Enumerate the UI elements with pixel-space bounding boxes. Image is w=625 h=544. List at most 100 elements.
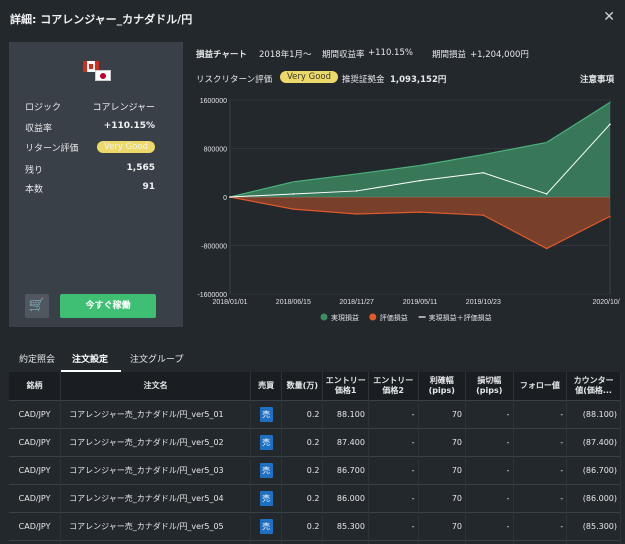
data-point xyxy=(482,153,485,156)
table-row[interactable]: CAD/JPYコアレンジャー売_カナダドル/円_ver5_06売0.484.60… xyxy=(9,539,621,544)
close-icon[interactable]: ✕ xyxy=(603,9,615,25)
column-header[interactable]: エントリー 価格2 xyxy=(368,372,419,400)
data-point xyxy=(609,123,611,126)
rr-badge: Very Good xyxy=(280,71,338,83)
table-cell: コアレンジャー売_カナダドル/円_ver5_04 xyxy=(60,483,252,512)
table-cell: 84.600 xyxy=(322,539,369,544)
table-cell: - xyxy=(368,399,419,428)
table-cell: コアレンジャー売_カナダドル/円_ver5_01 xyxy=(60,399,252,428)
table-cell: (86.700) xyxy=(566,455,621,484)
legend-swatch xyxy=(369,313,377,321)
column-header[interactable]: 損切幅 (pips) xyxy=(465,372,514,400)
cart-plus-icon[interactable]: 🛒 xyxy=(25,294,49,318)
data-point xyxy=(355,190,358,192)
table-cell: 0.2 xyxy=(281,511,324,540)
table-cell: 売 xyxy=(250,455,283,484)
period-start: 2018年1月〜 xyxy=(259,50,312,60)
table-cell: - xyxy=(368,539,419,544)
column-header[interactable]: カウンター 値(価格... xyxy=(566,372,621,400)
table-cell: - xyxy=(465,427,514,456)
table-cell: コアレンジャー売_カナダドル/円_ver5_03 xyxy=(60,455,252,484)
return-label: 期間収益率 xyxy=(322,50,365,60)
table-cell: - xyxy=(368,427,419,456)
x-tick-label: 2018/11/27 xyxy=(339,299,374,306)
table-cell: - xyxy=(513,399,568,428)
data-point xyxy=(419,164,421,167)
table-row[interactable]: CAD/JPY コアレンジャー売_カナダドル/円_ver5_02 売 0.2 87.40… xyxy=(9,427,621,456)
table-cell: 88.100 xyxy=(322,399,369,428)
table-cell: - xyxy=(513,511,568,540)
table-cell: 売 xyxy=(250,483,283,512)
x-tick-label: 2018/06/15 xyxy=(276,299,311,306)
table-row[interactable]: CAD/JPY コアレンジャー売_カナダドル/円_ver5_04 売 0.2 86.00… xyxy=(9,483,621,512)
table-row[interactable]: CAD/JPY コアレンジャー売_カナダドル/円_ver5_03 売 0.2 86.70… xyxy=(9,455,621,484)
table-cell: (87.400) xyxy=(566,427,621,456)
table-cell: - xyxy=(368,511,419,540)
profit-value: +1,204,000円 xyxy=(470,50,529,60)
data-point xyxy=(419,211,421,213)
table-cell: (88.100) xyxy=(566,399,621,428)
chart-label: 損益チャート xyxy=(196,50,247,60)
data-point xyxy=(419,179,421,182)
column-header[interactable]: 売買 xyxy=(250,372,283,400)
column-header[interactable]: 注文名 xyxy=(60,372,252,400)
table-cell: 70 xyxy=(418,455,466,484)
tab-bar: 約定照会 注文設定 注文グループ xyxy=(0,344,625,372)
column-header[interactable]: 銘柄 xyxy=(9,372,62,400)
table-row[interactable]: CAD/JPY コアレンジャー売_カナダドル/円_ver5_05 売 0.2 85.30… xyxy=(9,511,621,540)
tab-order-groups[interactable]: 注文グループ xyxy=(130,352,183,365)
tab-executions[interactable]: 約定照会 xyxy=(19,352,55,365)
column-header[interactable]: フォロー値 xyxy=(513,372,568,400)
x-tick-labels: 2018/01/01 2018/06/15 2018/11/27 2019/05/11… xyxy=(212,299,620,306)
y-tick-labels: 1600000 800000 0 -800000 -1600000 xyxy=(197,98,227,299)
table-cell: 86.000 xyxy=(322,483,369,512)
tab-order-settings[interactable]: 注文設定 xyxy=(72,352,108,365)
table-cell: - xyxy=(465,455,514,484)
notes-link[interactable]: 注意事項 xyxy=(580,73,614,85)
table-cell: 売 xyxy=(250,511,283,540)
x-tick-label: 2020/10/19 xyxy=(592,299,620,306)
table-cell: - xyxy=(465,539,514,544)
data-point xyxy=(609,101,611,104)
table-cell: - xyxy=(513,455,568,484)
table-cell: 売 xyxy=(250,399,283,428)
data-point xyxy=(482,214,485,216)
data-point xyxy=(292,181,295,183)
start-now-button[interactable]: 今すぐ稼働 xyxy=(60,294,156,318)
data-point xyxy=(545,193,548,195)
table-cell: CAD/JPY xyxy=(9,539,62,544)
table-cell: 87.400 xyxy=(322,427,369,456)
table-cell: - xyxy=(368,455,419,484)
column-header[interactable]: 数量(万) xyxy=(281,372,324,400)
table-cell: (85.300) xyxy=(566,511,621,540)
y-tick-label: -1600000 xyxy=(197,292,227,299)
table-cell: 0.2 xyxy=(281,427,324,456)
table-cell: - xyxy=(465,483,514,512)
summary-panel: ロジック コアレンジャー 収益率 +110.15% リターン評価 Very Go… xyxy=(9,42,183,327)
table-row[interactable]: CAD/JPY コアレンジャー売_カナダドル/円_ver5_01 売 0.2 88.10… xyxy=(9,399,621,428)
table-cell: 85.300 xyxy=(322,511,369,540)
table-cell: 70 xyxy=(418,511,466,540)
table-cell: 売 xyxy=(250,427,283,456)
rating-badge: Very Good xyxy=(97,141,155,153)
y-tick-label: 1600000 xyxy=(200,98,227,105)
page-title: 詳細: コアレンジャー_カナダドル/円 xyxy=(10,13,193,26)
title-bar: 詳細: コアレンジャー_カナダドル/円 ✕ xyxy=(0,0,625,36)
table-cell: - xyxy=(513,539,568,544)
legend-label: 評価損益 xyxy=(380,313,408,322)
sell-badge: 売 xyxy=(259,406,273,422)
column-header[interactable]: 利確幅 (pips) xyxy=(418,372,466,400)
legend-label: 実現損益＋評価損益 xyxy=(429,313,492,322)
data-point xyxy=(609,215,611,218)
y-tick-label: -800000 xyxy=(201,244,227,251)
profit-label: 期間損益 xyxy=(432,50,467,60)
y-tick-label: 800000 xyxy=(204,147,227,154)
table-cell: - xyxy=(465,399,514,428)
table-header-row: 銘柄 注文名 売買 数量(万) エントリー 価格1 エントリー 価格2 利確幅 (pips) 損切幅… xyxy=(9,372,621,400)
data-point xyxy=(292,193,295,195)
table-cell: - xyxy=(368,483,419,512)
table-cell: 売 xyxy=(250,539,283,544)
data-point xyxy=(545,247,548,250)
column-header[interactable]: エントリー 価格1 xyxy=(322,372,369,400)
data-point xyxy=(229,196,231,198)
